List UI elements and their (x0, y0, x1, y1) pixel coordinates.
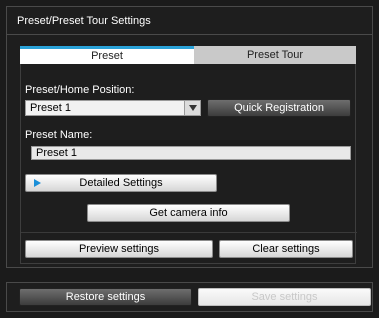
quick-registration-button[interactable]: Quick Registration (207, 99, 351, 117)
preset-tab-content: Preset/Home Position: Preset 1 Quick Reg… (20, 64, 357, 264)
play-triangle-icon (34, 179, 41, 187)
preset-settings-window: Preset/Preset Tour Settings Preset Prese… (0, 0, 379, 318)
detailed-settings-label: Detailed Settings (79, 177, 163, 189)
preset-name-label: Preset Name: (25, 129, 93, 141)
footer-bar: Restore settings Save settings (6, 282, 373, 312)
divider (21, 232, 357, 233)
restore-settings-button[interactable]: Restore settings (19, 288, 192, 306)
chevron-down-icon[interactable] (184, 101, 200, 115)
detailed-settings-button[interactable]: Detailed Settings (25, 174, 217, 192)
preset-position-label: Preset/Home Position: (25, 84, 135, 96)
get-camera-info-button[interactable]: Get camera info (87, 204, 290, 222)
preset-tabs-area: Preset Preset Tour Preset/Home Position:… (6, 6, 373, 268)
tab-preset[interactable]: Preset (20, 46, 194, 64)
clear-settings-button[interactable]: Clear settings (219, 240, 353, 258)
preset-position-select[interactable]: Preset 1 (25, 100, 201, 116)
preset-name-field[interactable]: Preset 1 (31, 146, 351, 160)
preset-position-value: Preset 1 (30, 102, 71, 114)
preview-settings-button[interactable]: Preview settings (25, 240, 213, 258)
tab-preset-tour[interactable]: Preset Tour (194, 46, 356, 64)
save-settings-button[interactable]: Save settings (198, 288, 371, 306)
